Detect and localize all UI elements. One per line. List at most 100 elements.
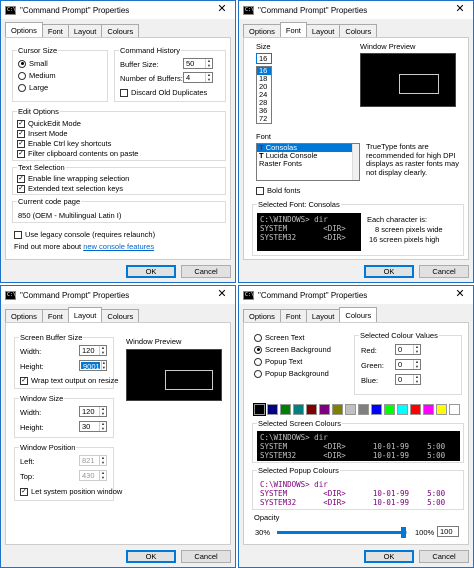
screen-background-radio[interactable]: Screen Background	[254, 345, 331, 354]
tab-options[interactable]: Options	[243, 309, 281, 322]
title-bar[interactable]: C:\ "Command Prompt" Properties ✕	[1, 1, 235, 19]
list-item[interactable]: 72	[257, 115, 271, 123]
wrap-text-checkbox[interactable]: ✓ Wrap text output on resize	[20, 376, 118, 385]
tab-font[interactable]: Font	[279, 22, 307, 37]
close-icon[interactable]: ✕	[211, 287, 233, 302]
console-features-link[interactable]: new console features	[83, 242, 154, 251]
colour-swatch[interactable]	[423, 404, 434, 415]
list-item[interactable]: Raster Fonts	[257, 160, 359, 168]
blue-stepper[interactable]: 0 ▲ ▼	[395, 374, 421, 385]
colour-swatch[interactable]	[306, 404, 317, 415]
colour-swatch[interactable]	[449, 404, 460, 415]
colour-swatch[interactable]	[358, 404, 369, 415]
tab-layout[interactable]: Layout	[67, 24, 103, 37]
tab-strip: Options Font Layout Colours	[5, 307, 140, 322]
colour-swatch[interactable]	[345, 404, 356, 415]
stepper-arrows-icon[interactable]: ▲ ▼	[100, 360, 106, 370]
cancel-button[interactable]: Cancel	[419, 265, 469, 278]
colour-swatch[interactable]	[293, 404, 304, 415]
buffer-width-stepper[interactable]: 120 ▲ ▼	[79, 345, 107, 356]
window-width-stepper[interactable]: 120 ▲ ▼	[79, 406, 107, 417]
ok-button[interactable]: OK	[364, 265, 414, 278]
colour-swatch[interactable]	[410, 404, 421, 415]
colour-swatch[interactable]	[371, 404, 382, 415]
bold-fonts-checkbox[interactable]: Bold fonts	[256, 186, 300, 195]
left-stepper[interactable]: 821 ▲ ▼	[79, 455, 107, 466]
scrollbar[interactable]	[352, 144, 359, 180]
opacity-value-input[interactable]: 100	[437, 526, 459, 537]
font-list[interactable]: T Consolas T Lucida Console Raster Fonts	[256, 143, 360, 181]
stepper-arrows-icon[interactable]: ▲ ▼	[413, 344, 420, 354]
title-bar[interactable]: C:\ "Command Prompt" Properties ✕	[1, 286, 235, 304]
buffer-width-label: Width:	[20, 347, 42, 356]
stepper-arrows-icon[interactable]: ▲ ▼	[205, 72, 212, 82]
let-system-position-checkbox[interactable]: ✓ Let system position window	[20, 487, 122, 496]
cursor-large-radio[interactable]: Large	[18, 83, 48, 92]
stepper-arrows-icon[interactable]: ▲ ▼	[205, 58, 212, 68]
colour-swatch[interactable]	[267, 404, 278, 415]
legacy-console-checkbox[interactable]: Use legacy console (requires relaunch)	[14, 230, 155, 239]
ok-button[interactable]: OK	[126, 550, 176, 563]
quickedit-checkbox[interactable]: ✓ QuickEdit Mode	[17, 119, 81, 128]
checkbox-label: Extended text selection keys	[28, 184, 124, 193]
close-icon[interactable]: ✕	[211, 2, 233, 17]
cursor-medium-radio[interactable]: Medium	[18, 71, 56, 80]
tab-options[interactable]: Options	[5, 22, 43, 37]
ok-button[interactable]: OK	[364, 550, 414, 563]
opacity-slider-thumb[interactable]	[401, 527, 406, 538]
colour-swatch[interactable]	[253, 403, 266, 416]
top-stepper[interactable]: 430 ▲ ▼	[79, 470, 107, 481]
red-stepper[interactable]: 0 ▲ ▼	[395, 344, 421, 355]
colour-swatch[interactable]	[436, 404, 447, 415]
tab-colours[interactable]: Colours	[339, 24, 378, 37]
screen-text-radio[interactable]: Screen Text	[254, 333, 304, 342]
num-buffers-stepper[interactable]: 4 ▲ ▼	[183, 72, 213, 83]
tab-layout[interactable]: Layout	[67, 307, 103, 322]
tab-layout[interactable]: Layout	[305, 24, 341, 37]
colour-swatch[interactable]	[280, 404, 291, 415]
size-input[interactable]: 16	[256, 53, 272, 64]
tab-font[interactable]: Font	[41, 24, 69, 37]
stepper-arrows-icon[interactable]: ▲ ▼	[99, 470, 106, 480]
stepper-arrows-icon[interactable]: ▲ ▼	[99, 421, 106, 431]
popup-text-radio[interactable]: Popup Text	[254, 357, 302, 366]
stepper-arrows-icon[interactable]: ▲ ▼	[99, 455, 106, 465]
buffer-size-stepper[interactable]: 50 ▲ ▼	[183, 58, 213, 69]
discard-duplicates-checkbox[interactable]: Discard Old Duplicates	[120, 88, 207, 97]
cancel-button[interactable]: Cancel	[419, 550, 469, 563]
cancel-button[interactable]: Cancel	[181, 550, 231, 563]
tab-options[interactable]: Options	[243, 24, 281, 37]
colour-swatch[interactable]	[397, 404, 408, 415]
tab-layout[interactable]: Layout	[305, 309, 341, 322]
title-bar[interactable]: C:\ "Command Prompt" Properties ✕	[239, 1, 473, 19]
ok-button[interactable]: OK	[126, 265, 176, 278]
filter-clipboard-checkbox[interactable]: ✓ Filter clipboard contents on paste	[17, 149, 138, 158]
window-height-stepper[interactable]: 30 ▲ ▼	[79, 421, 107, 432]
colour-swatch[interactable]	[319, 404, 330, 415]
cancel-button[interactable]: Cancel	[181, 265, 231, 278]
tab-font[interactable]: Font	[279, 309, 307, 322]
close-icon[interactable]: ✕	[449, 2, 471, 17]
line-wrap-selection-checkbox[interactable]: ✓ Enable line wrapping selection	[17, 174, 129, 183]
stepper-arrows-icon[interactable]: ▲ ▼	[413, 374, 420, 384]
tab-font[interactable]: Font	[41, 309, 69, 322]
tab-colours[interactable]: Colours	[101, 24, 140, 37]
insert-mode-checkbox[interactable]: ✓ Insert Mode	[17, 129, 68, 138]
cursor-small-radio[interactable]: Small	[18, 59, 48, 68]
close-icon[interactable]: ✕	[449, 287, 471, 302]
tab-colours[interactable]: Colours	[101, 309, 140, 322]
popup-background-radio[interactable]: Popup Background	[254, 369, 329, 378]
stepper-arrows-icon[interactable]: ▲ ▼	[99, 345, 106, 355]
tab-colours[interactable]: Colours	[339, 307, 378, 322]
colour-swatch[interactable]	[384, 404, 395, 415]
ctrl-shortcuts-checkbox[interactable]: ✓ Enable Ctrl key shortcuts	[17, 139, 111, 148]
extended-selection-checkbox[interactable]: ✓ Extended text selection keys	[17, 184, 123, 193]
stepper-arrows-icon[interactable]: ▲ ▼	[99, 406, 106, 416]
tab-options[interactable]: Options	[5, 309, 43, 322]
colour-swatch[interactable]	[332, 404, 343, 415]
title-bar[interactable]: C:\ "Command Prompt" Properties ✕	[239, 286, 473, 304]
stepper-arrows-icon[interactable]: ▲ ▼	[413, 359, 420, 369]
buffer-height-stepper[interactable]: 9001 ▲ ▼	[79, 360, 107, 371]
size-list[interactable]: 16 18 20 24 28 36 72	[256, 66, 272, 124]
green-stepper[interactable]: 0 ▲ ▼	[395, 359, 421, 370]
